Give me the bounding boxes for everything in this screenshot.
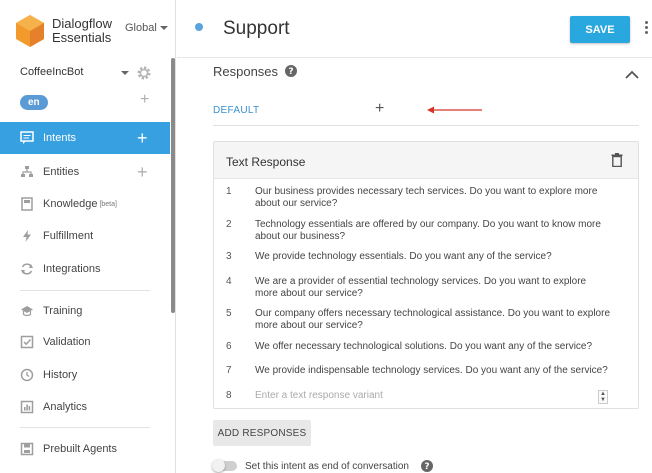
add-responses-button[interactable]: ADD RESPONSES [213, 420, 311, 446]
sidebar-item-knowledge[interactable]: Knowledge [beta] [0, 188, 170, 220]
brand-line2: Essentials [52, 30, 112, 45]
sidebar-item-label: Validation [43, 336, 91, 348]
add-entity-icon[interactable]: + [137, 163, 148, 181]
row-number: 1 [226, 186, 232, 197]
chat-icon [20, 131, 34, 144]
help-icon[interactable]: ? [421, 460, 433, 472]
card-header: Text Response [214, 142, 638, 179]
resize-stepper[interactable]: ▲ ▼ [598, 390, 608, 404]
sidebar-item-label: Integrations [43, 263, 101, 275]
responses-section-title: Responses [213, 64, 279, 79]
sidebar-item-label: Entities [43, 166, 80, 178]
language-row: en + [20, 92, 160, 110]
region-selector[interactable]: Global [125, 22, 168, 34]
save-button[interactable]: SAVE [570, 16, 630, 43]
end-conversation-toggle[interactable] [212, 459, 237, 472]
page-title[interactable]: Support [223, 18, 290, 40]
sidebar-item-prebuilt-agents[interactable]: Prebuilt Agents [0, 433, 170, 465]
sidebar-item-training[interactable]: Training [0, 295, 170, 327]
sidebar-item-label: Prebuilt Agents [43, 443, 117, 455]
sidebar-item-integrations[interactable]: Integrations [0, 253, 170, 285]
gear-icon[interactable] [136, 65, 152, 81]
response-text[interactable]: Technology essentials are offered by our… [255, 219, 611, 243]
row-number: 4 [226, 276, 232, 287]
sidebar: Dialogflow Essentials Global CoffeeIncBo… [0, 0, 176, 473]
tab-default[interactable]: DEFAULT [213, 105, 259, 116]
sidebar-item-label: Fulfillment [43, 230, 94, 242]
text-response-card: Text Response 1 Our business provides ne… [213, 141, 639, 409]
save-disk-icon [20, 442, 34, 456]
sidebar-item-history[interactable]: History [0, 359, 170, 391]
response-text[interactable]: We offer necessary technological solutio… [255, 341, 611, 353]
sidebar-item-validation[interactable]: Validation [0, 326, 170, 358]
row-number: 2 [226, 219, 232, 230]
graduation-cap-icon [21, 306, 33, 317]
sidebar-item-label: Training [43, 305, 83, 317]
sidebar-item-fulfillment[interactable]: Fulfillment [0, 220, 170, 252]
row-number: 7 [226, 365, 232, 376]
dialogflow-logo-icon [16, 15, 44, 47]
response-text[interactable]: Our company offers necessary technologic… [255, 308, 611, 332]
help-icon[interactable]: ? [285, 65, 297, 77]
sidebar-item-label: History [43, 369, 78, 381]
intent-header: Support SAVE [177, 0, 652, 58]
sidebar-divider [20, 290, 150, 291]
card-title: Text Response [226, 155, 306, 169]
brand[interactable]: Dialogflow Essentials [16, 12, 112, 50]
svg-text:?: ? [424, 462, 429, 472]
end-conversation-label: Set this intent as end of conversation [245, 460, 409, 472]
beta-badge: [beta] [99, 200, 117, 208]
response-text[interactable]: We are a provider of essential technolog… [255, 276, 611, 300]
chevron-up-icon[interactable] [625, 70, 639, 80]
response-tabs: DEFAULT + [213, 98, 639, 126]
new-response-input[interactable]: Enter a text response variant [255, 390, 611, 402]
sidebar-item-entities[interactable]: Entities + [0, 156, 170, 188]
response-text[interactable]: We provide technology essentials. Do you… [255, 251, 611, 263]
sidebar-item-label: Intents [43, 132, 77, 144]
sidebar-item-label: Analytics [43, 401, 88, 413]
row-number: 8 [226, 390, 232, 401]
row-number: 3 [226, 251, 232, 262]
row-number: 5 [226, 308, 232, 319]
end-conversation-row: Set this intent as end of conversation ? [212, 459, 433, 473]
clock-icon [20, 368, 34, 382]
brand-name: Dialogflow Essentials [52, 17, 112, 45]
lightning-icon [23, 230, 31, 242]
status-dot-icon [195, 23, 203, 31]
region-label: Global [125, 22, 157, 34]
sidebar-item-label: Knowledge [43, 198, 98, 210]
main-panel: Support SAVE Responses ? DEFAULT + Text … [177, 0, 652, 473]
row-number: 6 [226, 341, 232, 352]
more-options-icon[interactable] [645, 21, 649, 36]
add-language-icon[interactable]: + [140, 92, 149, 108]
chevron-down-icon[interactable] [121, 71, 129, 75]
chevron-down-icon [159, 26, 168, 30]
annotation-arrow-icon [427, 106, 482, 114]
entities-icon [21, 166, 33, 177]
sidebar-item-intents[interactable]: Intents + [0, 122, 170, 154]
check-box-icon [20, 335, 34, 349]
trash-icon[interactable] [611, 153, 623, 167]
response-text[interactable]: We provide indispensable technology serv… [255, 365, 611, 377]
brand-line1: Dialogflow [52, 16, 112, 31]
bar-chart-icon [20, 400, 34, 414]
sync-icon [21, 263, 33, 275]
sidebar-scrollbar[interactable] [171, 58, 175, 313]
svg-text:?: ? [288, 67, 293, 77]
agent-selector[interactable]: CoffeeIncBot [20, 66, 160, 80]
add-intent-icon[interactable]: + [137, 129, 148, 147]
response-text[interactable]: Our business provides necessary tech ser… [255, 186, 611, 210]
language-badge[interactable]: en [20, 95, 48, 110]
add-tab-icon[interactable]: + [375, 101, 384, 117]
sidebar-divider [20, 427, 150, 428]
agent-name: CoffeeIncBot [20, 66, 84, 78]
book-icon [21, 197, 33, 211]
sidebar-item-analytics[interactable]: Analytics [0, 391, 170, 423]
